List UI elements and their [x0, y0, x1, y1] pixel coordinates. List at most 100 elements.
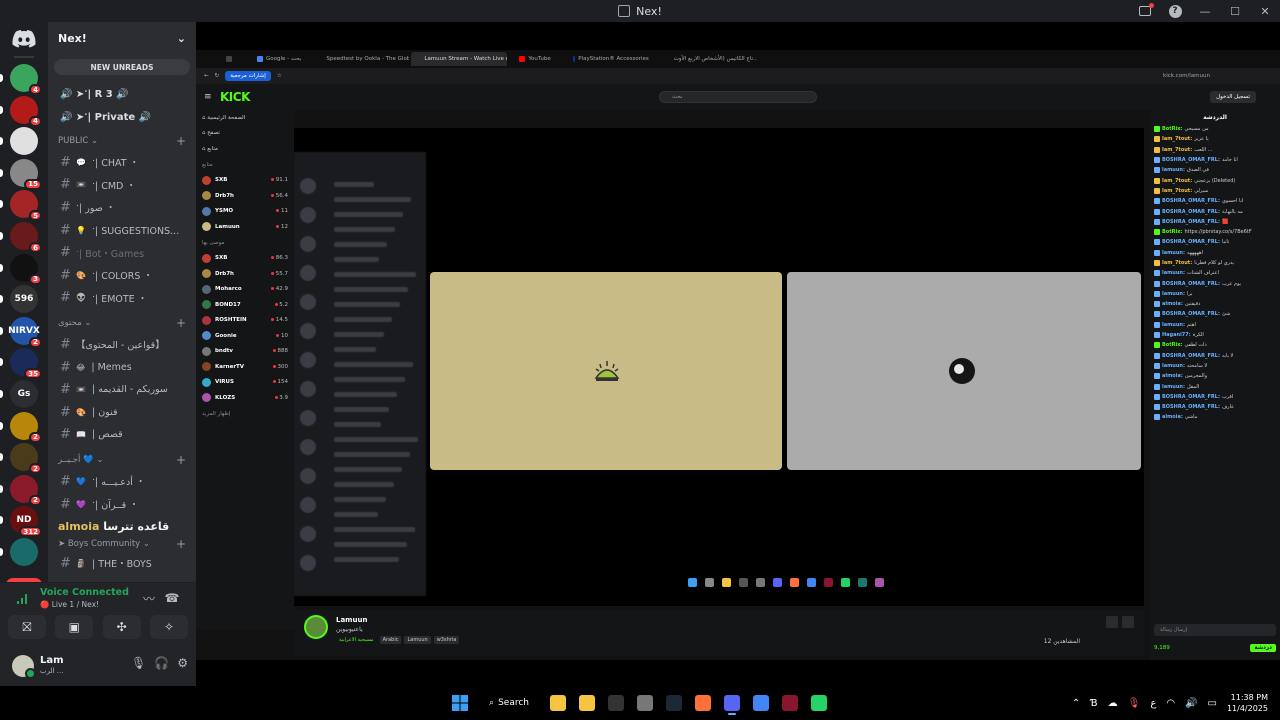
- server-icon[interactable]: 4: [10, 95, 42, 127]
- minimize-button[interactable]: —: [1190, 0, 1220, 22]
- add-channel-icon[interactable]: +: [176, 316, 186, 330]
- server-icon[interactable]: 5: [10, 190, 42, 222]
- language-indicator[interactable]: ع: [1150, 698, 1156, 709]
- text-channel[interactable]: # ॱ| صور ・: [48, 196, 196, 219]
- channel-name: bndtv: [215, 348, 234, 355]
- text-channel[interactable]: # 🎨 ॱ| COLORS ・: [48, 264, 196, 287]
- text-channel[interactable]: # 👽 ॱ| EMOTE ・: [48, 287, 196, 310]
- chat-username: BOSHRA_OMAR_FRL:: [1162, 393, 1220, 400]
- text-channel[interactable]: # 📼 ॱ| CMD ・: [48, 174, 196, 197]
- add-channel-icon[interactable]: +: [176, 453, 186, 467]
- inbox-icon[interactable]: [1130, 0, 1160, 22]
- chat-message: Iam_7tout: سيرلي: [1150, 186, 1280, 196]
- taskbar-discord-button[interactable]: [719, 691, 745, 715]
- app-icon: [618, 5, 631, 17]
- avatar: [304, 615, 328, 639]
- signal-icon[interactable]: [16, 591, 30, 605]
- user-status: الرب ...: [40, 667, 64, 675]
- server-icon[interactable]: 596: [10, 285, 38, 314]
- battery-icon[interactable]: ▭: [1208, 698, 1217, 709]
- avatar: [202, 175, 211, 185]
- text-channel[interactable]: # 🎨 | فنون: [48, 401, 196, 424]
- taskbar-firefox-button[interactable]: [690, 691, 716, 715]
- taskbar-search[interactable]: ⌕ Search: [476, 691, 542, 715]
- voice-channel-name[interactable]: 🔴 Live 1 / Nex!: [40, 600, 99, 609]
- chevron-up-icon[interactable]: ⌃: [1072, 698, 1080, 709]
- category-header[interactable]: ➤ Boys Community ⌄ +: [48, 534, 196, 554]
- text-channel[interactable]: # ॱ| Bot・Games: [48, 241, 196, 264]
- server-icon[interactable]: 2: [10, 411, 42, 443]
- network-icon[interactable]: ☁: [1108, 698, 1118, 709]
- help-icon[interactable]: ?: [1160, 0, 1190, 22]
- add-channel-icon[interactable]: +: [176, 134, 186, 148]
- server-icon[interactable]: [10, 127, 38, 156]
- server-icon[interactable]: 15: [10, 158, 42, 190]
- text-channel[interactable]: # 🗿 | THE・BOYS: [48, 552, 196, 575]
- category-header[interactable]: PUBLIC ⌄ +: [48, 131, 196, 151]
- tray-app-icon[interactable]: Ɓ: [1090, 698, 1097, 709]
- server-icon[interactable]: ND 312: [10, 506, 42, 538]
- taskbar-folder-button[interactable]: [574, 691, 600, 715]
- soundboard-button[interactable]: ✧: [149, 615, 188, 639]
- server-icon[interactable]: [10, 538, 38, 566]
- channel-placeholder: [334, 212, 403, 217]
- start-button[interactable]: [447, 691, 473, 715]
- unread-indicator: [0, 421, 3, 430]
- chat-message: almoia: دقيقتين: [1150, 299, 1280, 309]
- noise-suppression-icon[interactable]: 〰: [140, 590, 158, 606]
- server-icon[interactable]: 35: [10, 348, 42, 380]
- guild-header[interactable]: Nex! ⌄: [48, 22, 196, 54]
- microphone-icon[interactable]: 🎙: [131, 656, 146, 670]
- text-channel[interactable]: # 📖 | قصص: [48, 424, 196, 447]
- server-icon[interactable]: 6: [10, 222, 42, 253]
- category-header[interactable]: أجـيــر 💙 ⌄ +: [48, 450, 196, 470]
- add-channel-icon[interactable]: +: [176, 537, 186, 551]
- microphone-icon[interactable]: 🎙: [1128, 698, 1141, 709]
- server-icon[interactable]: 2: [10, 443, 42, 475]
- chat-message: Iam_7tout: يدري لو كلام فطرنا: [1150, 258, 1280, 268]
- favicon-icon: [519, 56, 526, 62]
- taskbar-unity-button[interactable]: [632, 691, 658, 715]
- user-info[interactable]: Lam الرب ...: [40, 655, 64, 677]
- camera-button[interactable]: ⛝: [8, 615, 46, 639]
- volume-icon[interactable]: 🔊: [1185, 698, 1197, 709]
- taskbar-epic-games-button[interactable]: [603, 691, 629, 715]
- voice-status[interactable]: Voice Connected: [40, 587, 129, 598]
- gear-icon[interactable]: ⚙: [177, 656, 188, 670]
- chat-text: اعتراف الشتات: [1186, 270, 1219, 277]
- taskbar-whatsapp-button[interactable]: [806, 691, 832, 715]
- discord-home-icon[interactable]: [12, 30, 36, 48]
- disconnect-icon[interactable]: ☎: [163, 590, 181, 606]
- server-icon[interactable]: Gs: [10, 380, 38, 408]
- category-header[interactable]: محتوى ⌄ +: [48, 313, 196, 333]
- taskbar-steam-button[interactable]: [661, 691, 687, 715]
- stream-view[interactable]: Google - بحث Speedtest by Ookla - The Glo…: [196, 22, 1280, 702]
- voice-channel[interactable]: 🔊 ➤ॱ| Private 🔊: [48, 104, 196, 127]
- headphones-icon[interactable]: 🎧: [154, 656, 169, 670]
- text-channel[interactable]: # 💙 ॱ| أدعـيـــه ・: [48, 470, 196, 493]
- screen-share-button[interactable]: ▣: [55, 615, 94, 639]
- text-channel[interactable]: # 😂 | Memes: [48, 356, 196, 379]
- server-icon[interactable]: 2: [10, 474, 42, 506]
- avatar[interactable]: [12, 655, 36, 679]
- text-channel[interactable]: # 💡 ॱ| SUGGESTIONS...: [48, 219, 196, 242]
- server-icon[interactable]: 3: [10, 253, 42, 285]
- voice-channel[interactable]: 🔊 ➤ॱ| R 3 🔊: [48, 81, 196, 104]
- taskbar-file-explorer-button[interactable]: [545, 691, 571, 715]
- text-channel[interactable]: # 【قواعين - المحتوى】: [48, 333, 196, 356]
- taskbar-chrome-button[interactable]: [748, 691, 774, 715]
- server-icon[interactable]: 4: [10, 64, 42, 95]
- wifi-icon[interactable]: ◠: [1166, 698, 1175, 709]
- chat-text: https://pbrstay.co/s/7Be6tF: [1184, 229, 1252, 236]
- maximize-button[interactable]: ☐: [1220, 0, 1250, 22]
- taskbar-next-button[interactable]: [777, 691, 803, 715]
- chat-text: دقيقتين: [1184, 301, 1201, 308]
- activities-button[interactable]: ✣: [102, 615, 141, 639]
- text-channel[interactable]: # 📼 | سوريكم - القديمه: [48, 378, 196, 401]
- close-button[interactable]: ✕: [1250, 0, 1280, 22]
- new-unreads-banner[interactable]: NEW UNREADS: [54, 59, 190, 75]
- server-icon[interactable]: NIRVX 2: [8, 316, 42, 348]
- text-channel[interactable]: # 💬 ॱ| CHAT ・: [48, 151, 196, 174]
- clock[interactable]: 11:38 PM 11/4/2025: [1227, 692, 1268, 714]
- text-channel[interactable]: # 💜 ॱ| قــرآن ・: [48, 493, 196, 516]
